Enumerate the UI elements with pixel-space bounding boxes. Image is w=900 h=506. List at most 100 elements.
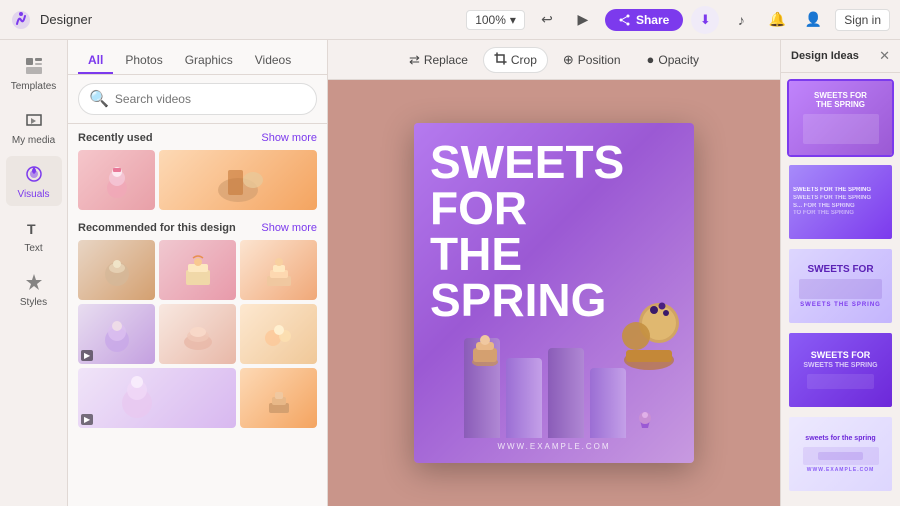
list-item[interactable] xyxy=(159,240,236,300)
design-ideas-list: Sweets for the spring Sweets for the spr… xyxy=(781,73,900,506)
tab-graphics[interactable]: Graphics xyxy=(175,48,243,74)
design-idea-3[interactable]: SWEETS FOR SWEETS THE SPRING xyxy=(787,247,894,325)
right-panel-header: Design Ideas ✕ xyxy=(781,40,900,73)
sidebar-item-templates[interactable]: Templates xyxy=(6,48,62,98)
opacity-label: Opacity xyxy=(658,53,699,67)
position-icon: ⊕ xyxy=(563,52,574,68)
panel-tabs: All Photos Graphics Videos xyxy=(68,40,327,75)
thumb-image xyxy=(240,240,317,300)
undo-button[interactable]: ↩ xyxy=(533,6,561,34)
right-panel: Design Ideas ✕ Sweets for the spring Swe… xyxy=(780,40,900,506)
recently-used-header: Recently used Show more xyxy=(78,132,317,144)
profile-button[interactable]: 👤 xyxy=(799,6,827,34)
crop-button[interactable]: Crop xyxy=(483,47,548,73)
my-media-icon xyxy=(22,108,46,132)
styles-icon xyxy=(22,270,46,294)
download-icon: ⬇ xyxy=(700,12,711,28)
thumb-image xyxy=(159,240,236,300)
main-area: Templates My media Visuals T Text xyxy=(0,40,900,506)
sidebar-item-my-media[interactable]: My media xyxy=(6,102,62,152)
app-logo xyxy=(10,9,32,31)
design-ideas-title: Design Ideas xyxy=(791,50,859,62)
toolbar-bar: ⇄ Replace Crop ⊕ Position ● Opacity xyxy=(328,40,780,80)
styles-label: Styles xyxy=(20,297,47,308)
icon-rail: Templates My media Visuals T Text xyxy=(0,40,68,506)
opacity-button[interactable]: ● Opacity xyxy=(636,47,711,72)
text-label: Text xyxy=(24,243,42,254)
profile-icon: 👤 xyxy=(805,11,822,28)
list-item[interactable] xyxy=(240,304,317,364)
pillar-3 xyxy=(548,348,584,438)
search-input[interactable] xyxy=(115,92,306,106)
redo-button[interactable]: ▶ xyxy=(569,6,597,34)
thumb-image xyxy=(240,368,317,428)
left-panel: All Photos Graphics Videos 🔍 Recently us… xyxy=(68,40,328,506)
app-name: Designer xyxy=(40,12,92,27)
recently-used-show-more[interactable]: Show more xyxy=(261,132,317,144)
list-item[interactable] xyxy=(240,368,317,428)
opacity-icon: ● xyxy=(647,52,655,67)
undo-icon: ↩ xyxy=(541,11,553,28)
list-item[interactable] xyxy=(159,304,236,364)
download-button[interactable]: ⬇ xyxy=(691,6,719,34)
bell-icon: 🔔 xyxy=(769,11,786,28)
design-idea-5[interactable]: sweets for the spring WWW.EXAMPLE.COM xyxy=(787,415,894,493)
titlebar: Designer 100% ▾ ↩ ▶ Share ⬇ ♪ 🔔 👤 Sign i… xyxy=(0,0,900,40)
list-item[interactable] xyxy=(78,150,155,210)
tab-photos[interactable]: Photos xyxy=(115,48,172,74)
tab-all[interactable]: All xyxy=(78,48,113,74)
video-badge: ▶ xyxy=(81,414,93,425)
sidebar-item-text[interactable]: T Text xyxy=(6,210,62,260)
search-input-wrap[interactable]: 🔍 xyxy=(78,83,317,115)
design-idea-inner-1: Sweets for the spring xyxy=(789,81,892,155)
replace-label: Replace xyxy=(424,53,468,67)
zoom-control[interactable]: 100% ▾ xyxy=(466,10,525,30)
notification-button[interactable]: 🔔 xyxy=(763,6,791,34)
templates-icon xyxy=(22,54,46,78)
my-media-label: My media xyxy=(12,135,55,146)
thumb-image xyxy=(78,368,236,428)
tab-videos[interactable]: Videos xyxy=(245,48,301,74)
visuals-icon xyxy=(22,162,46,186)
list-item[interactable] xyxy=(240,240,317,300)
recommended-label: Recommended for this design xyxy=(78,222,236,234)
audio-icon: ♪ xyxy=(738,12,745,28)
text-icon: T xyxy=(22,216,46,240)
thumb-image xyxy=(78,240,155,300)
design-idea-4[interactable]: SWEETS FOR SWEETS THE SPRING xyxy=(787,331,894,409)
replace-button[interactable]: ⇄ Replace xyxy=(398,47,479,73)
small-cake-svg xyxy=(470,334,500,366)
position-button[interactable]: ⊕ Position xyxy=(552,47,632,73)
canvas[interactable]: SWEETSFORTHESPRING xyxy=(414,123,694,463)
share-button[interactable]: Share xyxy=(605,9,683,31)
crop-icon xyxy=(494,52,507,68)
thumb-image xyxy=(159,304,236,364)
close-design-ideas-button[interactable]: ✕ xyxy=(879,48,890,64)
canvas-area: SWEETSFORTHESPRING xyxy=(328,80,780,506)
list-item[interactable] xyxy=(159,150,317,210)
signin-button[interactable]: Sign in xyxy=(835,9,890,31)
share-label: Share xyxy=(636,13,669,27)
design-idea-1[interactable]: Sweets for the spring xyxy=(787,79,894,157)
pillar-2 xyxy=(506,358,542,438)
panel-content: Recently used Show more Recommended for … xyxy=(68,124,327,506)
list-item[interactable]: ▶ xyxy=(78,304,155,364)
recently-used-label: Recently used xyxy=(78,132,153,144)
toolbar-area: ⇄ Replace Crop ⊕ Position ● Opacity xyxy=(328,40,780,506)
visuals-label: Visuals xyxy=(17,189,49,200)
pillar-4 xyxy=(590,368,626,438)
list-item[interactable]: ▶ xyxy=(78,368,236,428)
zoom-chevron-icon: ▾ xyxy=(510,13,516,27)
sidebar-item-visuals[interactable]: Visuals xyxy=(6,156,62,206)
replace-icon: ⇄ xyxy=(409,52,420,68)
list-item[interactable] xyxy=(78,240,155,300)
sidebar-item-styles[interactable]: Styles xyxy=(6,264,62,314)
audio-button[interactable]: ♪ xyxy=(727,6,755,34)
thumb-image xyxy=(240,304,317,364)
cupcake-svg xyxy=(636,410,654,430)
recommended-show-more[interactable]: Show more xyxy=(261,222,317,234)
templates-label: Templates xyxy=(11,81,57,92)
position-label: Position xyxy=(578,53,621,67)
recommended-grid: ▶ ▶ xyxy=(78,240,317,428)
design-idea-2[interactable]: Sweets for the spring Sweets for the spr… xyxy=(787,163,894,241)
